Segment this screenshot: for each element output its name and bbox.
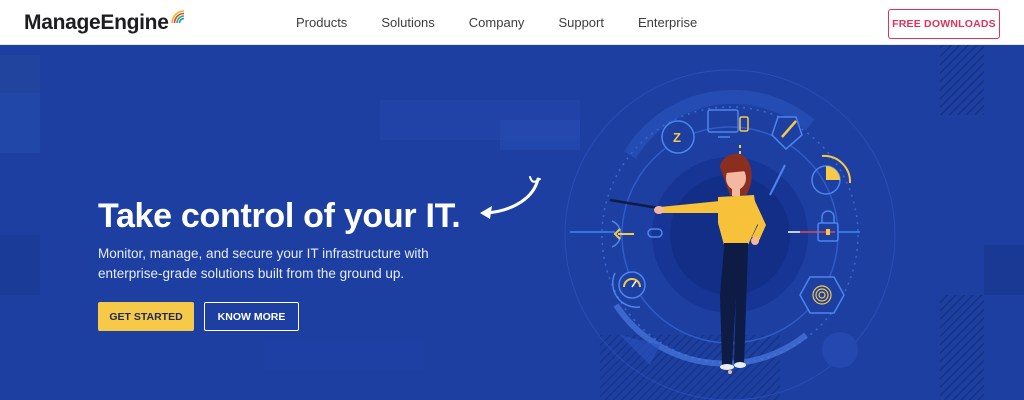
site-header: ManageEngine Products Solutions Company … xyxy=(0,0,1024,45)
nav-company[interactable]: Company xyxy=(469,15,525,30)
monitor-phone-icon xyxy=(707,109,749,138)
free-downloads-button[interactable]: FREE DOWNLOADS xyxy=(888,9,1000,39)
logo-arcs-icon xyxy=(170,10,184,24)
hero-subheadline: Monitor, manage, and secure your IT infr… xyxy=(98,246,429,281)
pie-chart-icon xyxy=(811,154,852,195)
nav-support[interactable]: Support xyxy=(558,15,604,30)
hero-illustration: Z xyxy=(564,69,896,400)
gauge-icon xyxy=(611,271,646,308)
fingerprint-icon xyxy=(799,276,845,314)
svg-text:Z: Z xyxy=(673,130,681,145)
get-started-button[interactable]: GET STARTED xyxy=(98,302,194,331)
hero-headline: Take control of your IT. xyxy=(98,197,461,235)
curved-arrow-icon xyxy=(480,176,541,219)
nav-solutions[interactable]: Solutions xyxy=(381,15,434,30)
magnify-pen-icon xyxy=(771,116,803,151)
nav-enterprise[interactable]: Enterprise xyxy=(638,15,697,30)
manageengine-logo[interactable]: ManageEngine xyxy=(24,9,186,37)
chat-z-icon: Z xyxy=(661,120,695,154)
know-more-button[interactable]: KNOW MORE xyxy=(204,302,299,331)
logo-text: ManageEngine xyxy=(24,11,169,34)
main-nav: Products Solutions Company Support Enter… xyxy=(296,0,731,45)
lock-icon xyxy=(817,210,839,242)
nav-products[interactable]: Products xyxy=(296,15,347,30)
